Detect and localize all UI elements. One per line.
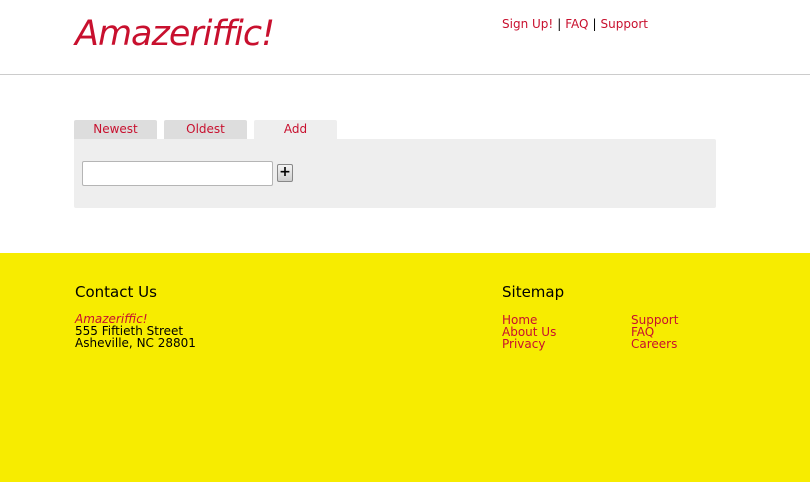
top-nav: Sign Up! | FAQ | Support [502,17,648,31]
tab-newest[interactable]: Newest [74,120,157,139]
sitemap-link-careers[interactable]: Careers [631,338,678,350]
sitemap-link-privacy[interactable]: Privacy [502,338,556,350]
sitemap-column-1: Home About Us Privacy [502,314,556,350]
nav-separator: | [592,17,597,31]
support-link[interactable]: Support [601,17,648,31]
nav-separator: | [557,17,562,31]
tab-add[interactable]: Add [254,120,337,140]
add-item-input[interactable] [82,161,273,186]
sitemap-section: Sitemap Home About Us Privacy Support FA… [502,283,762,350]
contact-section: Contact Us Amazeriffic! 555 Fiftieth Str… [75,283,196,349]
contact-heading: Contact Us [75,283,157,301]
logo: Amazeriffic! [75,14,275,54]
faq-link[interactable]: FAQ [565,17,588,31]
contact-city: Asheville, NC 28801 [75,336,196,350]
add-button[interactable]: + [277,164,293,182]
tab-oldest[interactable]: Oldest [164,120,247,139]
main-content: Newest Oldest Add + [0,76,810,253]
footer: Contact Us Amazeriffic! 555 Fiftieth Str… [0,253,810,482]
signup-link[interactable]: Sign Up! [502,17,553,31]
sitemap-heading: Sitemap [502,283,565,301]
header: Amazeriffic! Sign Up! | FAQ | Support [0,0,810,75]
sitemap-column-2: Support FAQ Careers [631,314,678,350]
tab-content-panel: + [74,139,716,208]
